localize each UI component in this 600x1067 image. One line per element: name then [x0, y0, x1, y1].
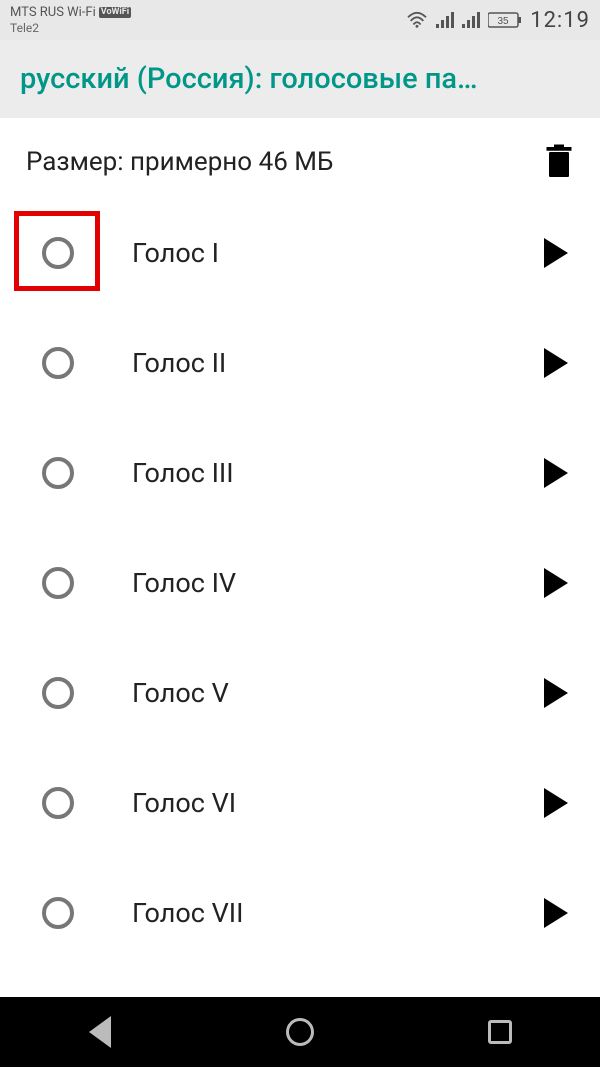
page-title: русский (Россия): голосовые па…	[20, 62, 580, 96]
voice-radio[interactable]	[42, 677, 74, 709]
status-bar: MTS RUS Wi-Fi VoWiFi Tele2 35 12:19	[0, 0, 600, 40]
voice-radio[interactable]	[42, 567, 74, 599]
voice-radio-wrap	[36, 451, 80, 495]
voice-radio[interactable]	[42, 787, 74, 819]
voice-item[interactable]: Голос I	[0, 198, 600, 308]
nav-back-button[interactable]	[70, 1012, 130, 1052]
voice-label: Голос I	[80, 237, 544, 269]
signal-icon-2	[462, 12, 480, 28]
play-button[interactable]	[544, 568, 568, 598]
play-button[interactable]	[544, 458, 568, 488]
voice-radio[interactable]	[42, 237, 74, 269]
nav-recent-button[interactable]	[470, 1012, 530, 1052]
battery-icon: 35	[488, 11, 522, 29]
size-text: Размер: примерно 46 МБ	[26, 147, 333, 177]
signal-icon-1	[436, 12, 454, 28]
play-button[interactable]	[544, 898, 568, 928]
app-header: русский (Россия): голосовые па…	[0, 40, 600, 118]
voice-radio-wrap	[36, 671, 80, 715]
voice-list: Голос I Голос II Голос III Голос IV Голос V Г…	[0, 198, 600, 968]
trash-icon	[544, 144, 574, 180]
status-left: MTS RUS Wi-Fi VoWiFi Tele2	[10, 5, 131, 35]
voice-radio-wrap	[36, 891, 80, 935]
delete-button[interactable]	[544, 144, 574, 180]
voice-radio-wrap	[36, 341, 80, 385]
voice-item[interactable]: Голос II	[0, 308, 600, 418]
voice-item[interactable]: Голос III	[0, 418, 600, 528]
vowifi-badge: VoWiFi	[99, 7, 131, 18]
carrier-text-1: MTS RUS Wi-Fi	[10, 5, 96, 21]
voice-radio-wrap	[36, 781, 80, 825]
voice-label: Голос II	[80, 347, 544, 379]
back-icon	[89, 1016, 111, 1048]
wifi-icon	[406, 11, 428, 29]
voice-label: Голос IV	[80, 567, 544, 599]
play-button[interactable]	[544, 238, 568, 268]
status-right: 35 12:19	[406, 8, 590, 33]
voice-radio[interactable]	[42, 897, 74, 929]
play-button[interactable]	[544, 348, 568, 378]
voice-label: Голос III	[80, 457, 544, 489]
svg-text:35: 35	[498, 16, 510, 27]
play-button[interactable]	[544, 678, 568, 708]
voice-label: Голос V	[80, 677, 544, 709]
home-icon	[286, 1018, 314, 1046]
voice-radio-wrap	[36, 231, 80, 275]
voice-radio[interactable]	[42, 457, 74, 489]
voice-item[interactable]: Голос IV	[0, 528, 600, 638]
nav-home-button[interactable]	[270, 1012, 330, 1052]
status-time: 12:19	[530, 8, 590, 33]
play-button[interactable]	[544, 788, 568, 818]
voice-radio-wrap	[36, 561, 80, 605]
nav-bar	[0, 997, 600, 1067]
voice-item[interactable]: Голос VI	[0, 748, 600, 858]
voice-label: Голос VII	[80, 897, 544, 929]
voice-item[interactable]: Голос VII	[0, 858, 600, 968]
carrier-text-2: Tele2	[10, 21, 131, 35]
voice-radio[interactable]	[42, 347, 74, 379]
voice-item[interactable]: Голос V	[0, 638, 600, 748]
recent-icon	[488, 1020, 512, 1044]
size-row: Размер: примерно 46 МБ	[0, 118, 600, 198]
voice-label: Голос VI	[80, 787, 544, 819]
